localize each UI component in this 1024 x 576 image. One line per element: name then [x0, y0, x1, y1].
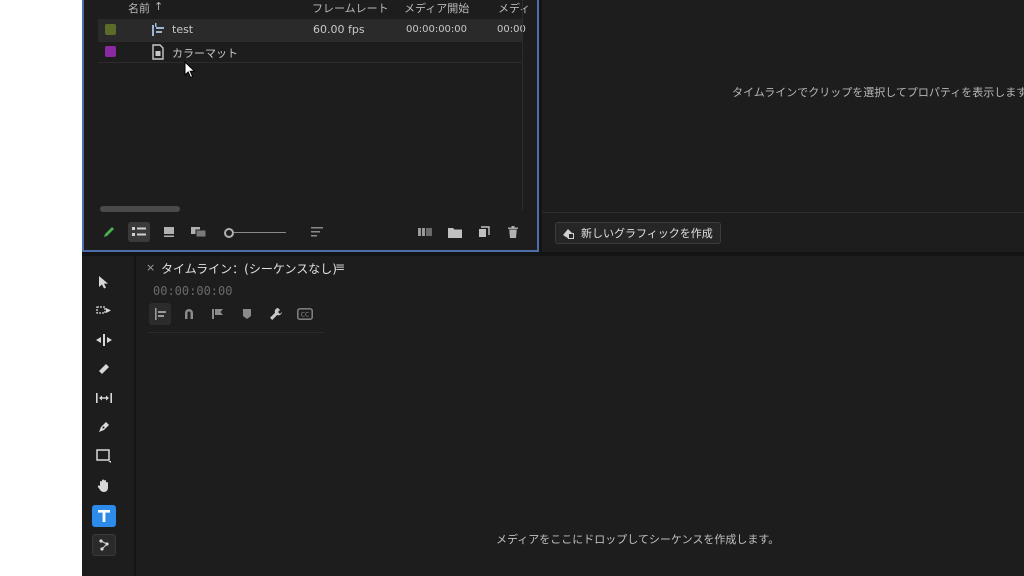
slip-tool-icon[interactable]	[92, 387, 116, 409]
color-matte-icon	[150, 44, 166, 60]
panel-menu-icon[interactable]: ≡	[335, 260, 345, 274]
new-bin-icon[interactable]	[444, 222, 466, 242]
pencil-icon[interactable]	[98, 222, 120, 242]
properties-panel: タイムラインでクリップを選択してプロパティを表示します 新しいグラフィックを作成	[542, 0, 1024, 252]
snap-magnet-icon[interactable]	[178, 303, 200, 325]
project-item-name: test	[172, 23, 194, 36]
sequence-icon	[150, 22, 166, 38]
panel-divider	[542, 212, 1024, 213]
type-tool-icon[interactable]	[92, 505, 116, 527]
vertical-scrollbar[interactable]	[522, 0, 523, 210]
project-item-framerate: 60.00 fps	[313, 23, 365, 36]
horizontal-scrollbar[interactable]	[100, 206, 180, 212]
hand-tool-icon[interactable]	[92, 474, 116, 496]
ripple-edit-tool-icon[interactable]	[92, 329, 116, 351]
premiere-workspace: 名前 ↑ フレームレート メディア開始 メディ test 60.00 fps 0…	[82, 0, 1024, 576]
timeline-panel: × タイムライン：(シーケンスなし) ≡ 00:00:00:00 CC メディア…	[136, 256, 1024, 576]
automate-to-sequence-icon[interactable]	[414, 222, 436, 242]
graphic-icon	[562, 227, 575, 240]
svg-text:CC: CC	[301, 312, 309, 319]
freeform-view-icon[interactable]	[188, 222, 210, 242]
razor-tool-icon[interactable]	[92, 358, 116, 380]
sort-ascending-icon[interactable]: ↑	[154, 0, 163, 13]
sort-icon[interactable]	[306, 222, 328, 242]
project-panel: 名前 ↑ フレームレート メディア開始 メディ test 60.00 fps 0…	[82, 0, 539, 252]
column-header-media-end[interactable]: メディ	[498, 0, 530, 16]
label-color-swatch[interactable]	[105, 24, 116, 35]
timeline-drop-hint: メディアをここにドロップしてシーケンスを作成します。	[496, 533, 780, 546]
toolbar-divider	[148, 332, 324, 333]
pen-tool-icon[interactable]	[92, 416, 116, 438]
column-header-media-start[interactable]: メディア開始	[404, 0, 469, 16]
shape-path-tool-icon[interactable]	[92, 534, 116, 556]
tools-panel	[82, 256, 134, 576]
playhead-timecode[interactable]: 00:00:00:00	[153, 284, 232, 298]
new-item-icon[interactable]	[473, 222, 495, 242]
icon-view-icon[interactable]	[158, 222, 180, 242]
wrench-settings-icon[interactable]	[265, 303, 287, 325]
add-marker-icon[interactable]	[236, 303, 258, 325]
row-divider	[98, 62, 522, 63]
trash-icon[interactable]	[502, 222, 524, 242]
label-color-swatch[interactable]	[105, 46, 116, 57]
list-view-icon[interactable]	[128, 222, 150, 242]
column-header-framerate[interactable]: フレームレート	[312, 0, 389, 16]
new-graphic-button[interactable]: 新しいグラフィックを作成	[555, 222, 721, 244]
snap-nest-icon[interactable]	[149, 303, 171, 325]
rectangle-tool-icon[interactable]	[92, 445, 116, 467]
project-item-name: カラーマット	[172, 47, 238, 60]
project-item-row[interactable]: test 60.00 fps 00:00:00:00 00:00	[98, 19, 526, 41]
captions-icon[interactable]: CC	[294, 303, 316, 325]
properties-placeholder: タイムラインでクリップを選択してプロパティを表示します	[732, 86, 1024, 99]
zoom-slider-track[interactable]	[234, 232, 286, 233]
mouse-cursor-icon	[184, 61, 196, 79]
column-header-name[interactable]: 名前	[128, 0, 150, 16]
tab-close-icon[interactable]: ×	[146, 261, 155, 274]
linked-selection-icon[interactable]	[207, 303, 229, 325]
project-item-media-start: 00:00:00:00	[406, 24, 468, 35]
selection-tool-icon[interactable]	[92, 271, 116, 293]
new-graphic-label: 新しいグラフィックを作成	[581, 227, 713, 240]
zoom-slider-handle[interactable]	[224, 228, 234, 238]
timeline-tab-title[interactable]: タイムライン：(シーケンスなし)	[161, 260, 337, 277]
project-item-row[interactable]: カラーマット	[98, 41, 522, 63]
track-select-tool-icon[interactable]	[92, 300, 116, 322]
